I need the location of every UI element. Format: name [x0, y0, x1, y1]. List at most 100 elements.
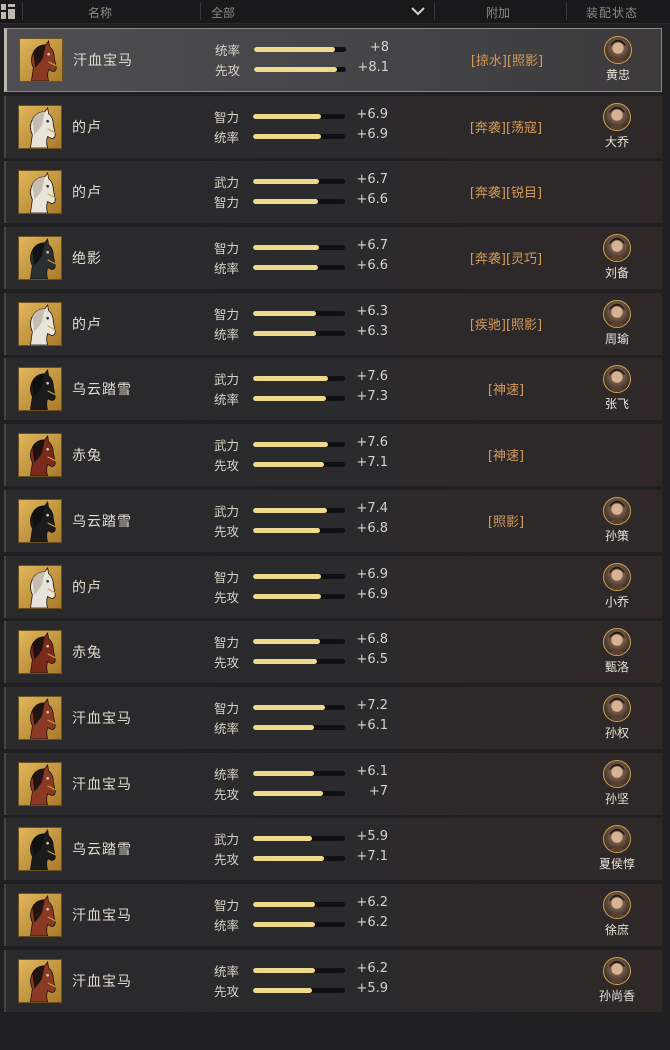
stat-label: 智力 — [214, 306, 240, 322]
chevron-down-icon — [411, 7, 425, 16]
stat-label: 武力 — [214, 503, 240, 519]
stat-bar-fill — [253, 790, 323, 796]
equipped-hero[interactable]: 孙坚 — [588, 759, 646, 807]
horse-name: 的卢 — [72, 316, 102, 333]
horse-row[interactable]: 的卢 智力 +6.9 先攻 +6.9 小乔 — [4, 555, 662, 618]
stat-bar-fill — [253, 836, 312, 842]
horse-row[interactable]: 赤兔 武力 +7.6 先攻 +7.1 [神速] — [4, 424, 662, 487]
black-horse-icon — [18, 367, 62, 412]
equipped-hero[interactable]: 夏侯惇 — [588, 825, 646, 872]
hero-name: 黄忠 — [605, 68, 630, 82]
stat-label: 武力 — [214, 175, 240, 191]
stat-label: 智力 — [214, 569, 240, 585]
avatar — [603, 234, 631, 263]
avatar — [603, 365, 631, 394]
horse-row[interactable]: 汗血宝马 智力 +7.2 统率 +6.1 孙权 — [4, 686, 662, 749]
stat-value: +6.2 — [356, 914, 388, 930]
stat-label: 先攻 — [214, 852, 240, 868]
horse-row[interactable]: 乌云踏雪 武力 +5.9 先攻 +7.1 夏侯惇 — [4, 818, 662, 881]
horse-name: 赤兔 — [72, 645, 102, 662]
view-toggle-icon[interactable] — [0, 4, 16, 20]
equipped-hero[interactable]: 张飞 — [588, 365, 646, 412]
column-equip-header[interactable]: 装配状态 — [586, 4, 638, 21]
equipped-hero[interactable]: 甄洛 — [588, 628, 646, 675]
stat-label: 统率 — [214, 129, 240, 145]
column-bonus-header[interactable]: 附加 — [486, 4, 510, 21]
stat-bar-fill — [253, 967, 315, 973]
horse-row[interactable]: 汗血宝马 统率 +6.2 先攻 +5.9 孙尚香 — [4, 949, 662, 1012]
stat-value: +6.8 — [356, 632, 388, 648]
stat-value: +5.9 — [356, 829, 388, 845]
stat-bar-fill — [253, 507, 327, 513]
hero-name: 张飞 — [604, 397, 629, 412]
stat-value: +7.2 — [356, 697, 388, 713]
hero-name: 孙策 — [604, 528, 629, 543]
red-horse-icon — [18, 958, 62, 1003]
equipped-hero[interactable]: 大乔 — [588, 102, 646, 150]
stat-value: +6.9 — [356, 566, 388, 582]
horse-row[interactable]: 赤兔 智力 +6.8 先攻 +6.5 甄洛 — [4, 621, 662, 684]
header-divider — [566, 3, 567, 20]
stat-value: +6.7 — [356, 238, 388, 254]
stat-label: 先攻 — [215, 63, 241, 78]
stat-value: +7.3 — [356, 389, 388, 405]
stat-label: 统率 — [214, 392, 240, 408]
bonus-tags: [奔袭][灵巧] — [469, 252, 543, 268]
stat-value: +6.1 — [356, 717, 388, 733]
equipped-hero[interactable]: 刘备 — [588, 234, 646, 281]
horse-name: 汗血宝马 — [72, 776, 132, 793]
horse-name: 的卢 — [72, 579, 102, 596]
equipped-hero[interactable]: 孙尚香 — [588, 956, 646, 1004]
stat-bar-fill — [253, 639, 321, 645]
stat-bar-fill — [253, 987, 312, 993]
equipped-hero[interactable]: 周瑜 — [588, 299, 646, 347]
horse-row[interactable]: 汗血宝马 智力 +6.2 统率 +6.2 徐庶 — [4, 883, 662, 946]
stat-value: +6.8 — [356, 520, 388, 536]
horse-row[interactable]: 乌云踏雪 武力 +7.4 先攻 +6.8 [照影] 孙策 — [4, 489, 662, 552]
bonus-tags: [奔袭][锐目] — [469, 186, 543, 202]
stat-bar-fill — [253, 133, 322, 139]
column-name-header[interactable]: 名称 — [88, 4, 112, 21]
stat-bar-fill — [253, 113, 322, 119]
stat-bar-fill — [253, 724, 314, 730]
stat-bar-fill — [253, 921, 315, 927]
equipped-hero[interactable]: 孙权 — [588, 693, 646, 741]
bonus-tags: [掠水][照影] — [470, 54, 544, 69]
footer-area — [0, 1013, 670, 1050]
stat-label: 智力 — [214, 109, 240, 125]
stat-label: 先攻 — [214, 786, 240, 802]
list-header: 名称 全部 附加 装配状态 — [0, 0, 670, 24]
stat-bar-fill — [253, 659, 318, 665]
horse-name: 汗血宝马 — [73, 53, 133, 69]
stat-value: +7.6 — [356, 369, 388, 385]
hero-name: 孙坚 — [604, 791, 629, 806]
header-divider — [434, 3, 435, 20]
horse-row[interactable]: 乌云踏雪 武力 +7.6 统率 +7.3 [神速] 张飞 — [4, 358, 662, 421]
stat-value: +6.9 — [356, 586, 388, 602]
red-horse-icon — [18, 892, 62, 937]
stat-value: +6.3 — [356, 323, 388, 339]
horse-row[interactable]: 绝影 智力 +6.7 统率 +6.6 [奔袭][灵巧] 刘备 — [4, 227, 662, 290]
horse-row[interactable]: 的卢 智力 +6.3 统率 +6.3 [疾驰][照影] 周瑜 — [4, 292, 662, 355]
equipped-hero[interactable]: 黄忠 — [589, 36, 647, 83]
stat-label: 智力 — [214, 241, 240, 257]
horse-row[interactable]: 汗血宝马 统率 +8 先攻 +8.1 [掠水][照影] 黄忠 — [4, 28, 662, 92]
red-horse-icon — [19, 38, 63, 82]
equipped-hero[interactable]: 小乔 — [588, 562, 646, 610]
stat-label: 先攻 — [214, 983, 240, 999]
stat-value: +8 — [369, 40, 389, 55]
horse-row[interactable]: 汗血宝马 统率 +6.1 先攻 +7 孙坚 — [4, 752, 662, 815]
equipped-hero[interactable]: 徐庶 — [588, 890, 646, 938]
stat-label: 统率 — [214, 963, 240, 979]
stat-label: 统率 — [215, 43, 241, 58]
horse-row[interactable]: 的卢 武力 +6.7 智力 +6.6 [奔袭][锐目] — [4, 161, 662, 224]
horse-row[interactable]: 的卢 智力 +6.9 统率 +6.9 [奔袭][荡寇] 大乔 — [4, 95, 662, 158]
stat-value: +7.4 — [356, 500, 388, 516]
stat-label: 先攻 — [214, 655, 240, 671]
horse-name: 乌云踏雪 — [72, 842, 132, 859]
equipped-hero[interactable]: 孙策 — [588, 496, 646, 544]
stat-value: +6.6 — [356, 258, 388, 274]
filter-dropdown[interactable]: 全部 — [201, 0, 433, 23]
stat-value: +8.1 — [357, 60, 389, 75]
avatar — [603, 102, 631, 131]
